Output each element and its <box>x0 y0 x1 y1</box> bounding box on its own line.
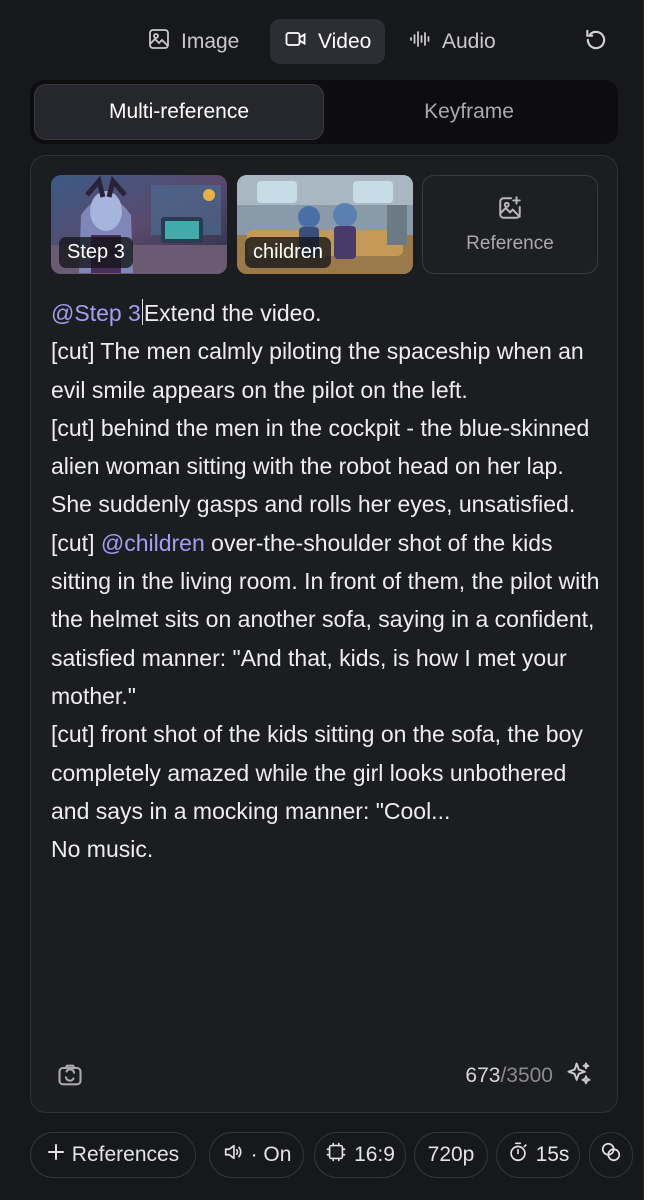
sparkle-icon <box>565 1062 593 1092</box>
reference-mode-tabs: Multi-reference Keyframe <box>30 80 618 144</box>
prompt-line1-text: Extend the video. <box>143 300 322 326</box>
audio-waveform-icon <box>408 27 432 57</box>
video-generator-panel: Image Video Audio Multi-reference Keyfra… <box>0 0 644 1200</box>
character-counter: 673/3500 <box>411 1061 553 1091</box>
mode-image-label: Image <box>181 29 240 53</box>
aspect-ratio-value: 16:9 <box>354 1143 395 1166</box>
reference-thumbnail-step3[interactable]: Step 3 <box>51 175 227 274</box>
reset-button[interactable] <box>581 27 611 57</box>
mode-image-button[interactable]: Image <box>133 19 253 64</box>
image-icon <box>147 27 171 57</box>
reference-label-children: children <box>245 237 332 268</box>
duration-selector[interactable]: 15s <box>496 1132 580 1178</box>
prompt-paragraph: [cut] @children over-the-shoulder shot o… <box>51 524 603 715</box>
mention-children[interactable]: @children <box>101 530 205 556</box>
resolution-selector[interactable]: 720p <box>414 1132 488 1178</box>
aspect-ratio-selector[interactable]: 16:9 <box>314 1132 406 1178</box>
prompt-text: over-the-shoulder shot of the kids sitti… <box>51 529 600 709</box>
plus-icon <box>47 1143 65 1167</box>
mention-step3[interactable]: @Step 3 <box>51 300 141 326</box>
video-icon <box>284 27 308 57</box>
add-reference-label: Reference <box>466 232 554 254</box>
prompt-editor[interactable]: @Step 3 Extend the video. [cut] The men c… <box>51 294 603 868</box>
add-references-button[interactable]: References <box>30 1132 196 1178</box>
sound-status: · On <box>250 1143 292 1166</box>
sound-toggle[interactable]: · On <box>209 1132 304 1178</box>
tab-multi-reference[interactable]: Multi-reference <box>34 84 324 140</box>
reference-label-step3: Step 3 <box>59 237 133 268</box>
reference-thumbnail-children[interactable]: children <box>237 175 413 274</box>
prompt-paragraph: No music. <box>51 836 154 863</box>
mode-audio-button[interactable]: Audio <box>394 19 510 64</box>
mode-video-label: Video <box>318 29 372 53</box>
add-reference-button[interactable]: Reference <box>422 175 598 274</box>
duration-value: 15s <box>535 1143 570 1166</box>
image-plus-icon <box>497 195 523 227</box>
swap-camera-button[interactable] <box>56 1061 86 1091</box>
prompt-paragraph: [cut] The men calmly piloting the spaces… <box>51 338 584 403</box>
prompt-paragraph: [cut] behind the men in the cockpit - th… <box>51 414 590 518</box>
references-label: References <box>71 1143 180 1166</box>
mode-video-button[interactable]: Video <box>270 19 386 64</box>
stopwatch-icon <box>507 1141 529 1169</box>
rotate-camera-icon <box>56 1064 84 1093</box>
tab-keyframe[interactable]: Keyframe <box>324 84 614 140</box>
link-circles-icon <box>600 1141 622 1169</box>
prompt-line-1: @Step 3 Extend the video. <box>51 294 603 332</box>
character-count: 673 <box>465 1064 501 1087</box>
speaker-icon <box>222 1141 244 1169</box>
resolution-value: 720p <box>427 1143 475 1166</box>
prompt-card: Step 3 children Reference @Step 3 Extend… <box>30 155 618 1113</box>
text-caret <box>141 299 143 325</box>
more-settings-button[interactable] <box>589 1132 633 1178</box>
character-limit: /3500 <box>500 1064 553 1087</box>
mode-audio-label: Audio <box>442 29 496 53</box>
prompt-text: [cut] <box>51 529 101 556</box>
refresh-icon <box>583 27 609 58</box>
prompt-paragraph: [cut] front shot of the kids sitting on … <box>51 721 583 824</box>
mode-bar: Image Video Audio <box>0 19 644 64</box>
enhance-prompt-button[interactable] <box>565 1060 595 1090</box>
aspect-ratio-icon <box>325 1141 347 1169</box>
